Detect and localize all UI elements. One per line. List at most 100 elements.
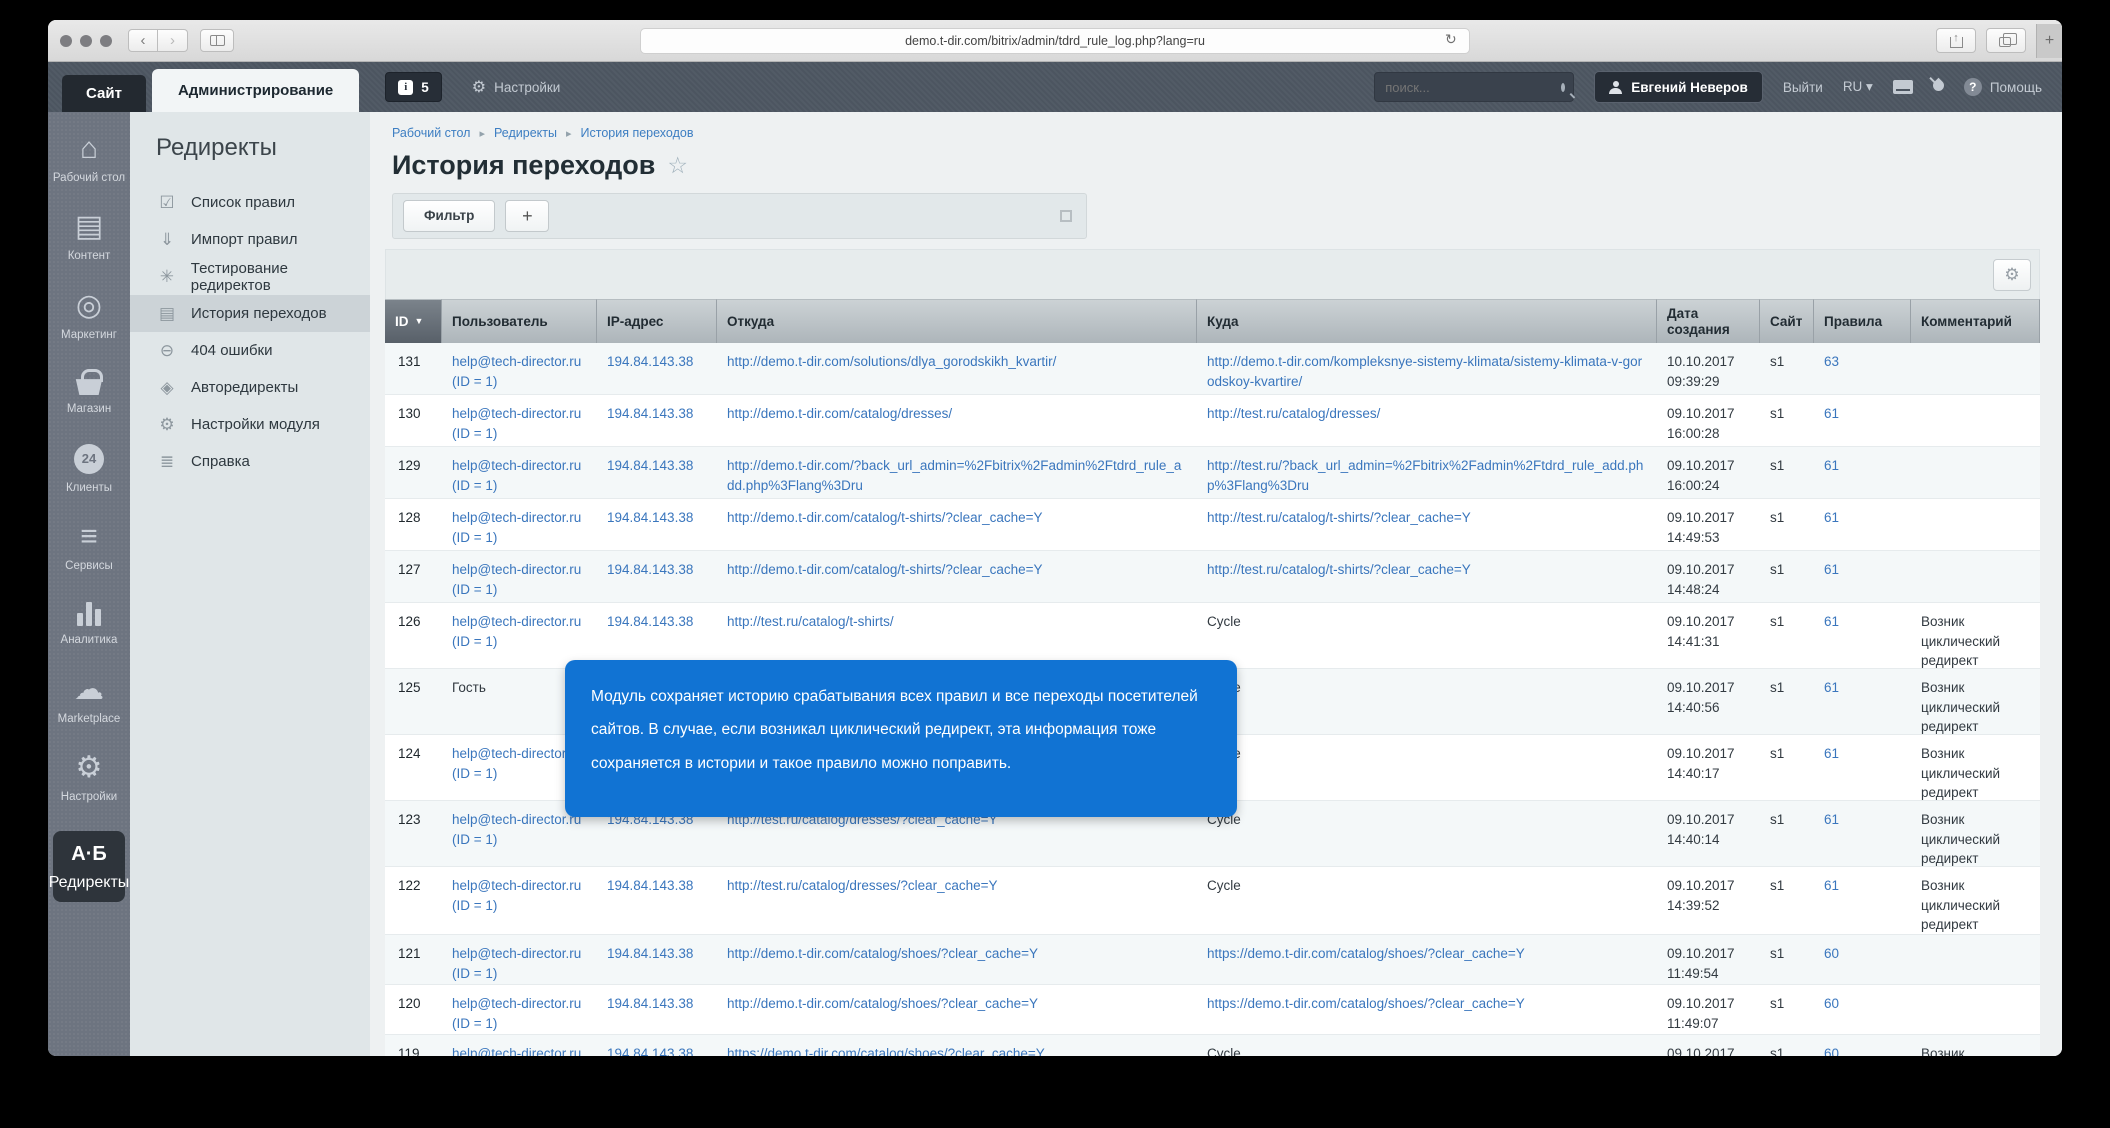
rule-link[interactable]: 61: [1824, 614, 1839, 629]
search-input[interactable]: [1385, 80, 1561, 95]
user-button[interactable]: Евгений Неверов: [1594, 71, 1763, 103]
sidebar-toggle-button[interactable]: [200, 29, 234, 52]
target-url-link[interactable]: http://test.ru/catalog/dresses/: [1207, 404, 1647, 424]
pin-icon[interactable]: [1931, 78, 1947, 94]
topbar-settings-button[interactable]: ⚙ Настройки: [472, 77, 561, 97]
user-id[interactable]: (ID = 1): [452, 632, 587, 652]
zoom-window-icon[interactable]: [100, 35, 112, 47]
rail-item-clients[interactable]: 24 Клиенты: [51, 444, 127, 495]
ip-link[interactable]: 194.84.143.38: [607, 406, 693, 421]
column-header-site[interactable]: Сайт: [1760, 299, 1814, 343]
column-header-id[interactable]: ID▼: [385, 299, 442, 343]
close-window-icon[interactable]: [60, 35, 72, 47]
user-link[interactable]: help@tech-director.ru: [452, 352, 587, 372]
user-id[interactable]: (ID = 1): [452, 964, 587, 984]
column-header-ip[interactable]: IP-адрес: [597, 299, 717, 343]
user-link[interactable]: help@tech-director.ru: [452, 944, 587, 964]
column-header-user[interactable]: Пользователь: [442, 299, 597, 343]
user-link[interactable]: help@tech-director.ru: [452, 456, 587, 476]
user-id[interactable]: (ID = 1): [452, 424, 587, 444]
rule-link[interactable]: 60: [1824, 946, 1839, 961]
hotkeys-icon[interactable]: [1893, 80, 1913, 94]
target-url-link[interactable]: http://test.ru/catalog/t-shirts/?clear_c…: [1207, 560, 1647, 580]
user-link[interactable]: help@tech-director.ru: [452, 404, 587, 424]
back-button[interactable]: ‹: [128, 29, 158, 52]
rule-link[interactable]: 61: [1824, 878, 1839, 893]
source-url-link[interactable]: https://demo.t-dir.com/catalog/shoes/?cl…: [727, 1044, 1187, 1056]
menu-item-2[interactable]: Тестирование редиректов: [130, 258, 370, 295]
target-url-link[interactable]: https://demo.t-dir.com/catalog/shoes/?cl…: [1207, 944, 1647, 964]
search-box[interactable]: [1374, 72, 1574, 102]
ip-link[interactable]: 194.84.143.38: [607, 878, 693, 893]
new-tab-button[interactable]: +: [2036, 24, 2062, 58]
rail-item-content[interactable]: Контент: [51, 212, 127, 263]
rail-item-analytics[interactable]: Аналитика: [51, 600, 127, 647]
ip-link[interactable]: 194.84.143.38: [607, 614, 693, 629]
rail-item-shop[interactable]: Магазин: [51, 369, 127, 416]
minimize-window-icon[interactable]: [80, 35, 92, 47]
expand-filter-icon[interactable]: [1060, 210, 1072, 222]
ip-link[interactable]: 194.84.143.38: [607, 1046, 693, 1056]
column-header-comment[interactable]: Комментарий: [1911, 299, 2040, 343]
menu-item-3[interactable]: История переходов: [130, 295, 370, 332]
column-header-src[interactable]: Откуда: [717, 299, 1197, 343]
user-link[interactable]: help@tech-director.ru: [452, 508, 587, 528]
rule-link[interactable]: 61: [1824, 680, 1839, 695]
column-header-rule[interactable]: Правила: [1814, 299, 1911, 343]
column-header-date[interactable]: Дата создания: [1657, 299, 1760, 343]
source-url-link[interactable]: http://test.ru/catalog/t-shirts/: [727, 612, 1187, 632]
user-id[interactable]: (ID = 1): [452, 1014, 587, 1034]
source-url-link[interactable]: http://demo.t-dir.com/catalog/shoes/?cle…: [727, 994, 1187, 1014]
rule-link[interactable]: 61: [1824, 406, 1839, 421]
rail-item-desktop[interactable]: Рабочий стол: [51, 134, 127, 185]
source-url-link[interactable]: http://demo.t-dir.com/catalog/shoes/?cle…: [727, 944, 1187, 964]
ip-link[interactable]: 194.84.143.38: [607, 562, 693, 577]
add-filter-button[interactable]: +: [505, 200, 549, 232]
user-link[interactable]: help@tech-director.ru: [452, 560, 587, 580]
source-url-link[interactable]: http://demo.t-dir.com/catalog/dresses/: [727, 404, 1187, 424]
grid-settings-button[interactable]: ⚙: [1993, 259, 2031, 291]
rule-link[interactable]: 63: [1824, 354, 1839, 369]
target-url-link[interactable]: http://test.ru/catalog/t-shirts/?clear_c…: [1207, 508, 1647, 528]
help-button[interactable]: ? Помощь: [1964, 78, 2042, 96]
user-link[interactable]: help@tech-director.ru: [452, 994, 587, 1014]
logout-link[interactable]: Выйти: [1783, 80, 1823, 95]
breadcrumb-link[interactable]: Рабочий стол: [392, 126, 470, 140]
user-id[interactable]: (ID = 1): [452, 580, 587, 600]
source-url-link[interactable]: http://demo.t-dir.com/?back_url_admin=%2…: [727, 456, 1187, 495]
source-url-link[interactable]: http://demo.t-dir.com/solutions/dlya_gor…: [727, 352, 1187, 372]
source-url-link[interactable]: http://test.ru/catalog/dresses/?clear_ca…: [727, 876, 1187, 896]
rail-item-redirects-active[interactable]: А·Б Редиректы: [53, 831, 125, 902]
url-field[interactable]: [640, 28, 1470, 54]
user-id[interactable]: (ID = 1): [452, 528, 587, 548]
breadcrumb-link[interactable]: Редиректы: [494, 126, 557, 140]
target-url-link[interactable]: https://demo.t-dir.com/catalog/shoes/?cl…: [1207, 994, 1647, 1014]
favorite-star-icon[interactable]: ☆: [667, 152, 688, 179]
language-dropdown[interactable]: RU ▾: [1843, 79, 1873, 95]
rule-link[interactable]: 61: [1824, 562, 1839, 577]
rail-item-services[interactable]: Сервисы: [51, 522, 127, 573]
ip-link[interactable]: 194.84.143.38: [607, 510, 693, 525]
user-link[interactable]: help@tech-director.ru: [452, 876, 587, 896]
rule-link[interactable]: 61: [1824, 812, 1839, 827]
rule-link[interactable]: 60: [1824, 996, 1839, 1011]
menu-item-7[interactable]: Справка: [130, 443, 370, 480]
menu-item-4[interactable]: 404 ошибки: [130, 332, 370, 369]
user-id[interactable]: (ID = 1): [452, 476, 587, 496]
tab-site[interactable]: Сайт: [62, 75, 146, 112]
tabs-overview-button[interactable]: [1986, 28, 2026, 53]
user-link[interactable]: help@tech-director.ru: [452, 612, 587, 632]
menu-item-0[interactable]: Список правил: [130, 184, 370, 221]
rail-item-marketing[interactable]: Маркетинг: [51, 291, 127, 342]
source-url-link[interactable]: http://demo.t-dir.com/catalog/t-shirts/?…: [727, 560, 1187, 580]
menu-item-6[interactable]: Настройки модуля: [130, 406, 370, 443]
user-id[interactable]: (ID = 1): [452, 896, 587, 916]
user-link[interactable]: help@tech-director.ru: [452, 1044, 587, 1056]
column-header-dst[interactable]: Куда: [1197, 299, 1657, 343]
ip-link[interactable]: 194.84.143.38: [607, 354, 693, 369]
rail-item-settings[interactable]: Настройки: [51, 753, 127, 804]
notifications-button[interactable]: i 5: [385, 72, 442, 102]
reload-icon[interactable]: ↻: [1445, 31, 1457, 48]
filter-button[interactable]: Фильтр: [403, 200, 495, 232]
user-id[interactable]: (ID = 1): [452, 830, 587, 850]
